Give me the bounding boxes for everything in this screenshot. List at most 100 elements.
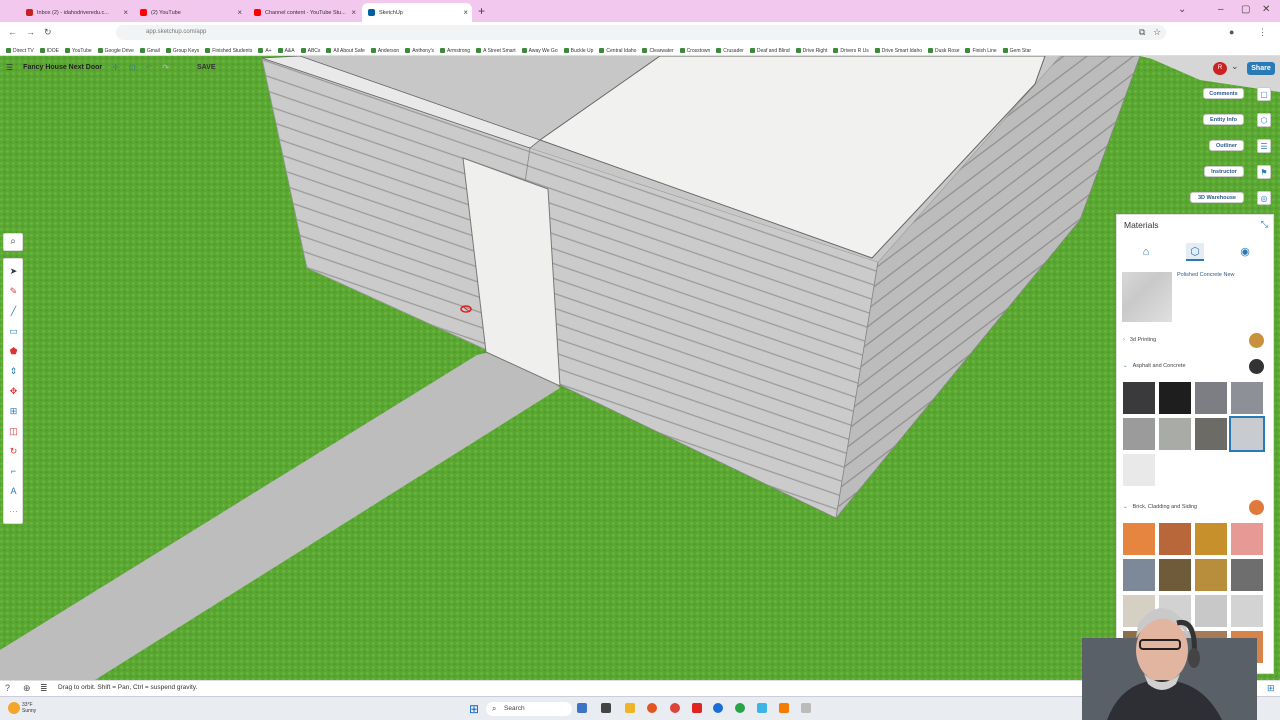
share-button[interactable]: Share <box>1247 62 1275 75</box>
category-brick-cladding[interactable]: ⌄ Brick, Cladding and Siding <box>1123 504 1197 510</box>
user-avatar[interactable]: R <box>1213 62 1227 75</box>
category-asphalt-concrete[interactable]: ⌄ Asphalt and Concrete <box>1123 363 1186 369</box>
task-view-icon[interactable] <box>601 703 611 713</box>
material-swatch[interactable] <box>1159 382 1191 414</box>
rectangle-tool-icon[interactable]: ▭ <box>8 326 19 337</box>
material-swatch[interactable] <box>1159 418 1191 450</box>
help-icon[interactable]: ? <box>5 683 10 693</box>
redo-icon[interactable]: ↷ <box>162 63 169 72</box>
panel-collapse-icon[interactable]: ⤡ <box>1261 219 1268 230</box>
paint-bucket-icon[interactable]: ⬟ <box>8 346 19 357</box>
app-icon[interactable] <box>779 703 789 713</box>
flag-icon[interactable] <box>577 703 587 713</box>
bookmark-item[interactable]: Drive Right <box>795 45 827 55</box>
bookmark-item[interactable]: A&A <box>277 45 295 55</box>
material-swatch[interactable] <box>1195 418 1227 450</box>
browser-menu-icon[interactable]: ⋮ <box>1258 27 1267 38</box>
3d-warehouse-button[interactable]: 3D Warehouse <box>1190 192 1244 203</box>
close-icon[interactable]: × <box>123 8 128 17</box>
comments-button[interactable]: Comments <box>1203 88 1244 99</box>
bookmark-item[interactable]: A Street Smart <box>476 45 516 55</box>
rotate-tool-icon[interactable]: ↻ <box>8 446 19 457</box>
more-tools-icon[interactable]: ⋯ <box>8 506 19 517</box>
measurements-icon[interactable]: ⊞ <box>1267 683 1275 694</box>
material-swatch[interactable] <box>1123 454 1155 486</box>
file-explorer-icon[interactable] <box>625 703 635 713</box>
bookmark-item[interactable]: Crosstown <box>679 45 710 55</box>
material-swatch[interactable] <box>1195 382 1227 414</box>
material-swatch[interactable] <box>1231 382 1263 414</box>
bookmark-item[interactable]: Drive Smart Idaho <box>874 45 922 55</box>
tab-youtube[interactable]: (2) YouTube × <box>134 3 246 22</box>
material-swatch[interactable] <box>1231 523 1263 555</box>
line-tool-icon[interactable]: ╱ <box>8 306 19 317</box>
bookmark-item[interactable]: Anthony's <box>405 45 434 55</box>
outliner-icon[interactable]: ☰ <box>1257 139 1271 153</box>
material-swatch[interactable] <box>1123 382 1155 414</box>
material-swatch[interactable] <box>1195 523 1227 555</box>
bookmark-star-icon[interactable]: ☆ <box>1153 27 1161 38</box>
search-icon[interactable]: ⌕ <box>3 233 23 251</box>
profile-icon[interactable]: ● <box>1229 27 1234 37</box>
tab-youtube-studio[interactable]: Channel content - YouTube Stu... × <box>248 3 360 22</box>
comments-icon[interactable]: ▢ <box>1257 87 1271 101</box>
tab-search-icon[interactable]: ⌄ <box>1178 4 1186 15</box>
new-tab-icon[interactable]: + <box>478 4 485 18</box>
tab-inbox[interactable]: Inbox (2) - idahodriveredu.c... × <box>20 3 132 22</box>
weather-icon[interactable] <box>8 702 20 714</box>
bookmark-item[interactable]: A+ <box>258 45 272 55</box>
bookmark-item[interactable]: Clearwater <box>642 45 674 55</box>
bookmark-item[interactable]: Direct TV <box>6 45 34 55</box>
tape-measure-icon[interactable]: ⌐ <box>8 466 19 477</box>
bookmark-item[interactable]: Gem Star <box>1002 45 1031 55</box>
close-icon[interactable]: × <box>237 8 242 17</box>
bookmark-item[interactable]: Finished Students <box>205 45 252 55</box>
maximize-icon[interactable]: ▢ <box>1241 4 1250 15</box>
tab-sketchup[interactable]: SketchUp × <box>362 3 472 22</box>
forward-icon[interactable]: → <box>26 27 35 37</box>
entity-info-icon[interactable]: ⬡ <box>1257 113 1271 127</box>
eraser-tool-icon[interactable]: ✎ <box>8 286 19 297</box>
layers-icon[interactable]: ≣ <box>40 683 48 694</box>
bookmark-item[interactable]: Gmail <box>139 45 160 55</box>
in-model-tab-icon[interactable]: ⌂ <box>1137 243 1155 261</box>
entity-info-button[interactable]: Entity Info <box>1203 114 1244 125</box>
window-close-icon[interactable]: ✕ <box>1262 4 1270 15</box>
scale-tool-icon[interactable]: ⊞ <box>8 406 19 417</box>
materials-tab-icon[interactable]: ⬡ <box>1186 243 1204 261</box>
material-swatch[interactable] <box>1123 523 1155 555</box>
material-swatch[interactable] <box>1229 416 1265 452</box>
hamburger-icon[interactable]: ☰ <box>6 63 13 72</box>
bookmark-item[interactable]: Group Keys <box>165 45 199 55</box>
scenes-icon[interactable]: ⊡ <box>129 63 136 72</box>
back-icon[interactable]: ← <box>8 27 17 37</box>
category-3d-printing[interactable]: › 3d Printing <box>1123 337 1156 343</box>
bookmark-item[interactable]: IDOE <box>39 45 59 55</box>
display-mode-icon[interactable]: ⌄ <box>1231 61 1239 72</box>
firefox-icon[interactable] <box>647 703 657 713</box>
bookmark-item[interactable]: Deaf and Blind <box>749 45 790 55</box>
bookmark-item[interactable]: All About Safe <box>326 45 365 55</box>
push-pull-icon[interactable]: ⇕ <box>8 366 19 377</box>
windows-start-icon[interactable]: ⊞ <box>469 702 479 716</box>
app-icon[interactable] <box>801 703 811 713</box>
bookmark-item[interactable]: Away We Go <box>521 45 558 55</box>
sketchup-app-icon[interactable] <box>713 703 723 713</box>
text-tool-icon[interactable]: A <box>8 486 19 497</box>
bookmark-item[interactable]: Finish Line <box>965 45 997 55</box>
reload-icon[interactable]: ↻ <box>44 27 52 38</box>
chrome-icon[interactable] <box>670 703 680 713</box>
outliner-button[interactable]: Outliner <box>1209 140 1244 151</box>
taskbar-search[interactable]: ⌕ Search <box>486 702 572 716</box>
instructor-icon[interactable]: ⚑ <box>1257 165 1271 179</box>
bookmark-item[interactable]: Drivers R Us <box>833 45 869 55</box>
close-icon[interactable]: × <box>351 8 356 17</box>
bookmark-item[interactable]: YouTube <box>64 45 92 55</box>
bookmark-item[interactable]: Central Idaho <box>599 45 636 55</box>
offset-tool-icon[interactable]: ◫ <box>8 426 19 437</box>
undo-icon[interactable]: ↶ <box>146 63 153 72</box>
bookmark-item[interactable]: Anderson <box>370 45 399 55</box>
material-swatch[interactable] <box>1123 418 1155 450</box>
weather-widget[interactable]: 33°F Sunny <box>22 702 36 714</box>
install-icon[interactable]: ⧉ <box>1139 27 1145 38</box>
